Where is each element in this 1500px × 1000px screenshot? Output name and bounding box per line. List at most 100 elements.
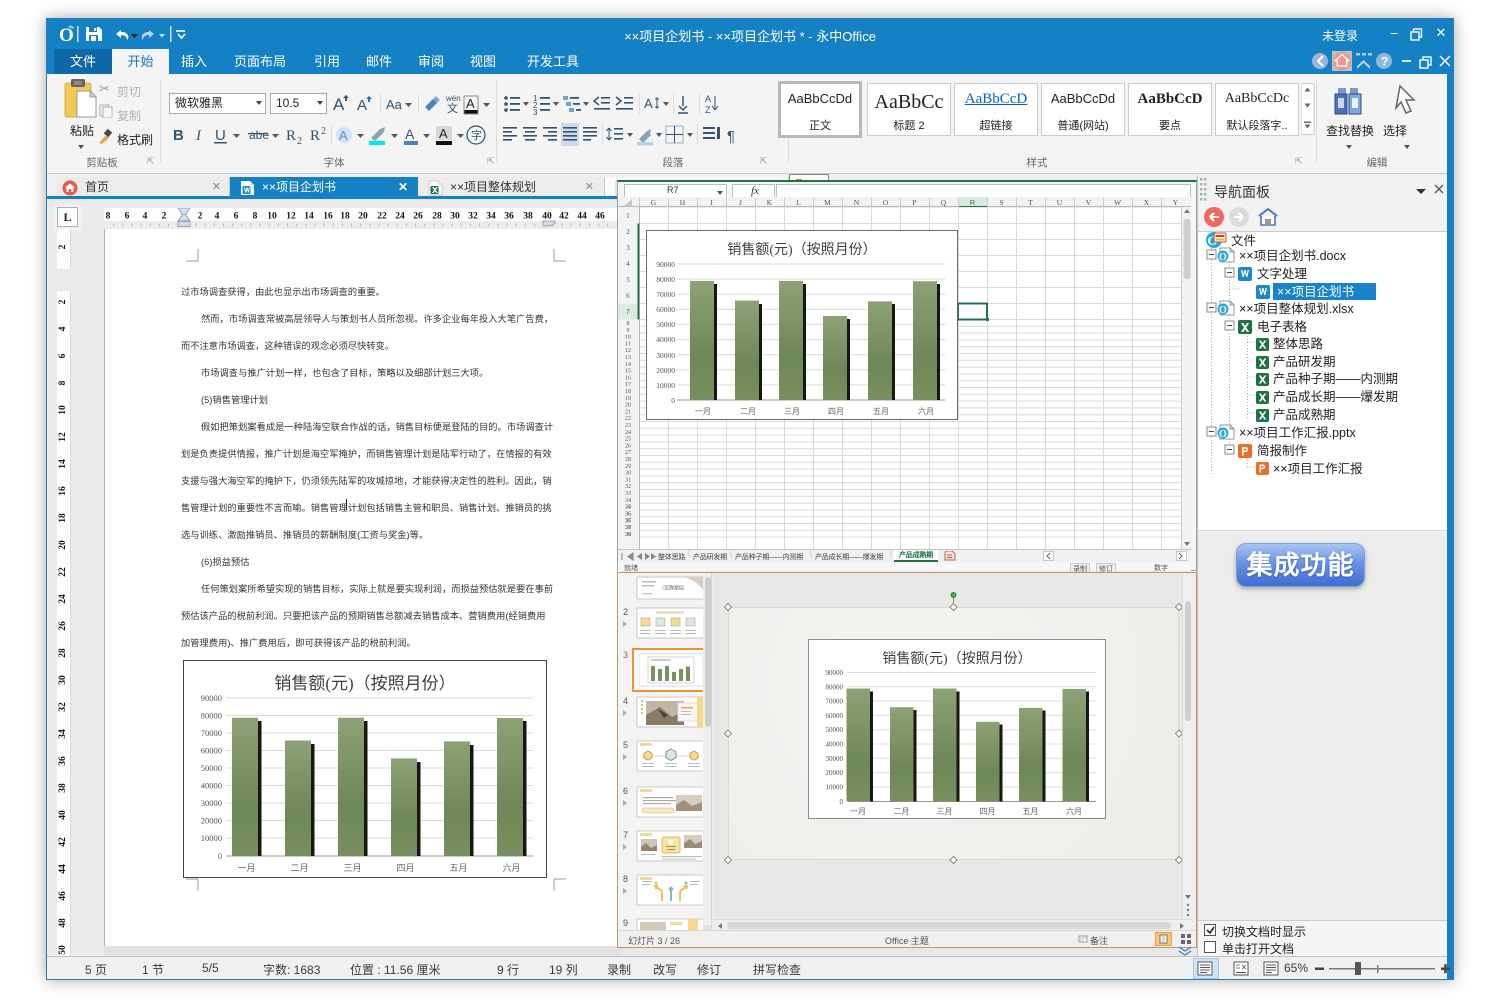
svg-text:46: 46 (595, 212, 605, 222)
svg-text:N: N (854, 198, 860, 207)
svg-text:9: 9 (627, 328, 630, 334)
svg-text:3: 3 (623, 650, 628, 660)
svg-text:产品种子期——内测期: 产品种子期——内测期 (1273, 372, 1398, 386)
svg-text:24: 24 (395, 212, 405, 222)
svg-text:14: 14 (625, 362, 631, 368)
svg-text:11: 11 (625, 341, 631, 347)
svg-text:2: 2 (198, 212, 203, 222)
svg-text:20: 20 (58, 540, 68, 550)
svg-text:40: 40 (542, 212, 552, 222)
svg-text:30000: 30000 (656, 351, 675, 360)
svg-text:工作总结: 工作总结 (664, 585, 684, 592)
svg-text:H: H (680, 198, 686, 207)
svg-text:A: A (466, 96, 475, 111)
svg-text:wén: wén (445, 94, 461, 103)
svg-text:8: 8 (58, 380, 68, 385)
svg-text:50000: 50000 (656, 320, 675, 329)
svg-text:20000: 20000 (201, 816, 222, 826)
svg-text:22: 22 (58, 567, 68, 577)
svg-text:I: I (710, 198, 713, 207)
svg-text:60000: 60000 (656, 305, 675, 314)
svg-text:6: 6 (58, 353, 68, 358)
svg-text:五月: 五月 (449, 863, 467, 873)
svg-text:26: 26 (625, 443, 631, 449)
svg-text:7: 7 (623, 830, 628, 840)
svg-text:Z: Z (705, 105, 711, 115)
svg-text:Q: Q (941, 198, 947, 207)
svg-text:6: 6 (234, 212, 239, 222)
svg-text:文件: 文件 (1231, 233, 1256, 248)
svg-text:18: 18 (625, 389, 631, 395)
svg-text:80000: 80000 (656, 275, 675, 284)
svg-text:1: 1 (626, 212, 630, 220)
svg-text:19: 19 (625, 396, 631, 402)
svg-text:9: 9 (623, 918, 628, 928)
svg-text:S: S (999, 198, 1003, 207)
svg-text:四月: 四月 (396, 863, 414, 873)
svg-text:R: R (286, 128, 296, 144)
svg-text:××项目企划书.docx: ××项目企划书.docx (1239, 248, 1347, 263)
svg-text:G: G (651, 198, 657, 207)
svg-text:I: I (195, 128, 202, 144)
svg-text:六月: 六月 (918, 406, 934, 416)
svg-text:70000: 70000 (656, 290, 675, 299)
svg-text:一月: 一月 (237, 863, 255, 873)
svg-text:36: 36 (625, 518, 631, 524)
svg-text:abe: abe (249, 128, 269, 142)
svg-text:40000: 40000 (201, 781, 222, 791)
svg-text:37: 37 (625, 525, 631, 531)
svg-text:J: J (739, 198, 742, 207)
svg-text:32: 32 (625, 484, 631, 490)
svg-text:简报制作: 简报制作 (1257, 443, 1308, 458)
svg-text:5: 5 (626, 276, 630, 284)
svg-text:××项目企划书: ××项目企划书 (1277, 284, 1354, 299)
svg-text:3: 3 (533, 108, 538, 117)
svg-text:销售额(元)（按照月份）: 销售额(元)（按照月份） (727, 242, 876, 258)
svg-text:24: 24 (625, 430, 631, 436)
svg-text:38: 38 (58, 783, 68, 793)
svg-text:××项目工作汇报.pptx: ××项目工作汇报.pptx (1239, 425, 1356, 440)
svg-text:K: K (767, 198, 773, 207)
svg-text:R: R (970, 198, 976, 207)
svg-text:50: 50 (58, 945, 68, 955)
svg-text:20000: 20000 (656, 366, 675, 375)
svg-text:A: A (339, 128, 348, 143)
svg-text:整体思路: 整体思路 (1273, 336, 1324, 351)
svg-text:30: 30 (450, 212, 460, 222)
svg-text:80000: 80000 (201, 711, 222, 721)
svg-text:36: 36 (504, 212, 514, 222)
svg-text:42: 42 (58, 837, 68, 847)
svg-text:B: B (173, 127, 184, 144)
svg-text:6: 6 (125, 212, 130, 222)
svg-text:40000: 40000 (656, 335, 675, 344)
svg-text:2: 2 (162, 212, 167, 222)
svg-text:X: X (1144, 198, 1150, 207)
svg-text:7: 7 (626, 309, 630, 316)
svg-text:六月: 六月 (502, 862, 520, 873)
svg-text:五月: 五月 (873, 407, 889, 416)
svg-text:18: 18 (58, 513, 68, 523)
svg-text:U: U (215, 127, 226, 144)
svg-text:O: O (1219, 252, 1227, 263)
svg-text:电子表格: 电子表格 (1257, 319, 1308, 334)
svg-text:A: A (644, 96, 653, 111)
svg-text:O: O (1219, 429, 1227, 440)
svg-text:Y: Y (1173, 198, 1179, 207)
svg-text:12: 12 (58, 432, 68, 442)
svg-text:35: 35 (625, 512, 631, 518)
svg-text:16: 16 (323, 212, 333, 222)
svg-text:4: 4 (215, 212, 220, 222)
svg-text:L: L (796, 198, 801, 207)
svg-text:60000: 60000 (201, 746, 222, 756)
svg-text:T: T (1028, 198, 1033, 207)
svg-text:2: 2 (58, 244, 68, 249)
svg-text:3: 3 (626, 244, 630, 252)
svg-text:17: 17 (625, 382, 631, 388)
svg-text:U: U (1057, 198, 1063, 207)
svg-text:48: 48 (58, 918, 68, 928)
svg-text:42: 42 (559, 212, 569, 222)
svg-text:44: 44 (58, 864, 68, 874)
svg-text:三月: 三月 (784, 407, 800, 416)
svg-text:0: 0 (671, 396, 675, 405)
svg-text:12: 12 (286, 212, 296, 222)
